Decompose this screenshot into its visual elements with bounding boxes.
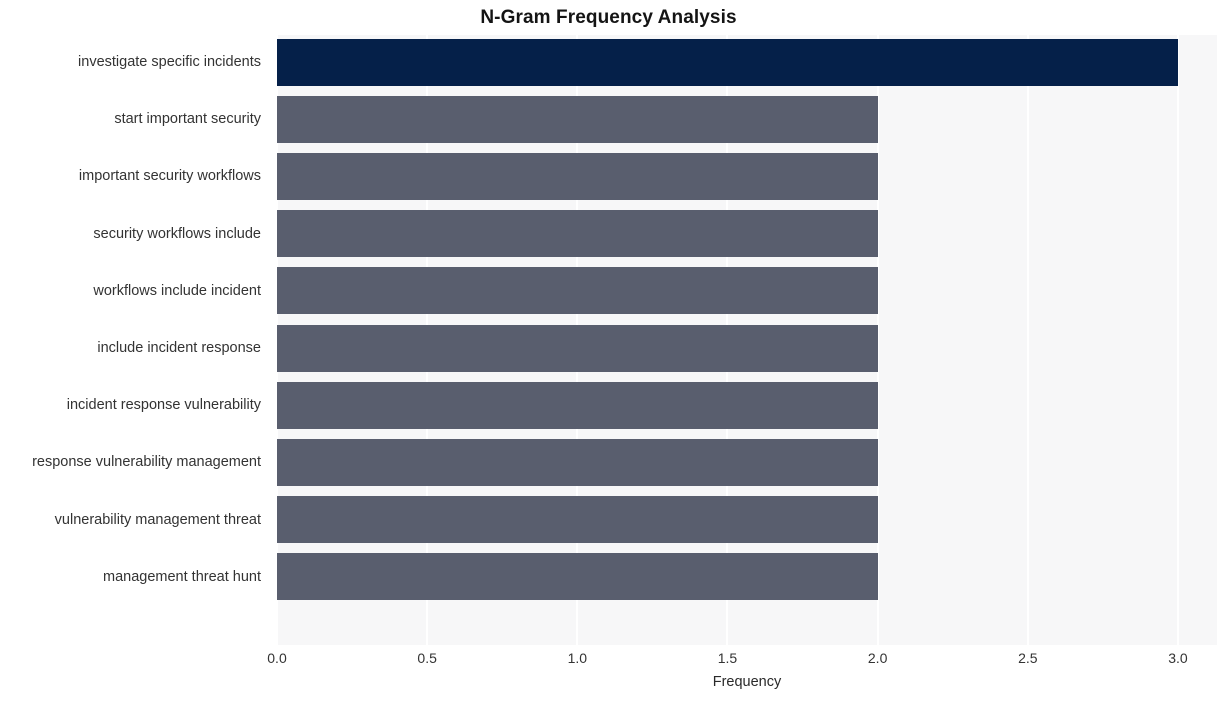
bar[interactable] [277,438,878,486]
x-axis-tick-label: 1.5 [717,650,738,666]
x-axis-tick-label: 2.0 [867,650,888,666]
x-axis-tick-label: 0.5 [417,650,437,666]
bar[interactable] [277,496,878,544]
y-axis-tick-label: investigate specific incidents [78,54,261,70]
x-axis-tick-label: 2.5 [1018,650,1038,666]
y-axis-tick-label: incident response vulnerability [66,397,261,414]
bar[interactable] [277,210,878,258]
y-axis-tick-label: include incident response [97,340,261,356]
gridline-x-2.5 [1026,35,1029,645]
x-axis-title: Frequency [712,674,782,690]
chart-title: N-Gram Frequency Analysis [480,7,737,28]
chart-figure: N-Gram Frequency Analysis investigate sp… [0,0,1217,701]
y-axis-tick-label: workflows include incident [93,282,261,299]
y-axis-tick-label: response vulnerability management [32,454,261,471]
y-axis-tick-label: important security workflows [78,168,261,185]
bar[interactable] [277,95,878,143]
gridline-x-3.0 [1176,35,1179,645]
x-axis-tick-labels: 0.0 0.5 1.0 1.5 2.0 2.5 3.0 [0,650,1217,672]
y-axis-tick-label: start important security [114,111,261,128]
x-axis-tick-label: 3.0 [1168,650,1188,666]
bar[interactable] [277,381,878,429]
y-axis-tick-label: management threat hunt [103,568,261,585]
x-axis-tick-label: 0.0 [267,650,287,666]
bar[interactable] [277,38,1178,86]
y-axis-tick-label: security workflows include [93,225,261,242]
bar[interactable] [277,553,878,601]
bar[interactable] [277,267,878,315]
bar[interactable] [277,152,878,200]
y-axis-tick-label: vulnerability management threat [54,511,261,528]
bar[interactable] [277,324,878,372]
plot-area [277,35,1217,645]
x-axis-tick-label: 1.0 [567,650,588,666]
y-axis-tick-labels: investigate specific incidents start impo… [0,35,268,645]
